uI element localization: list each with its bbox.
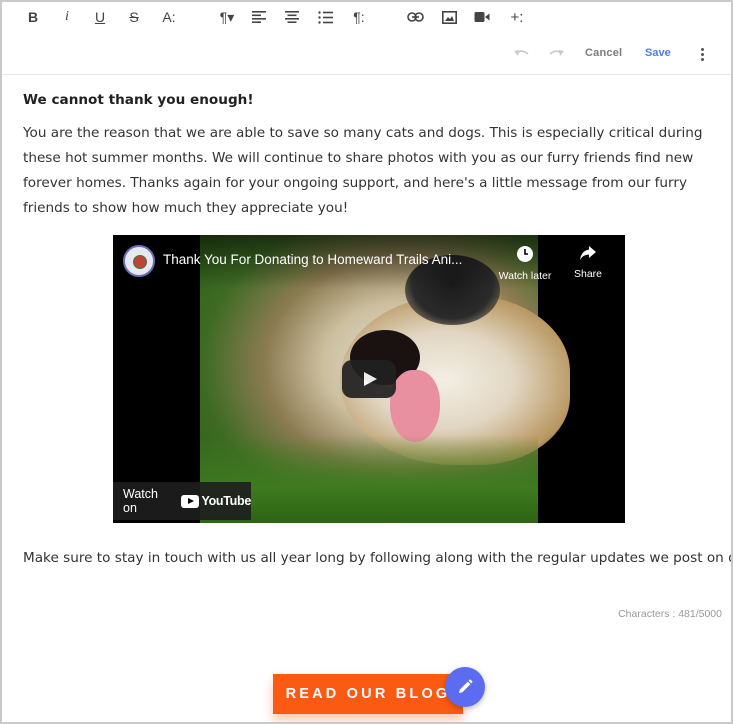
ordered-list-button[interactable]	[316, 6, 334, 28]
align-center-button[interactable]	[283, 6, 301, 28]
content-heading: We cannot thank you enough!	[23, 92, 254, 108]
redo-button[interactable]	[548, 46, 564, 64]
underline-icon: U	[94, 9, 106, 25]
undo-button[interactable]	[514, 46, 530, 64]
image-icon	[441, 10, 457, 24]
insert-more-button[interactable]: +:	[506, 6, 528, 28]
channel-logo[interactable]	[123, 245, 155, 277]
paragraph-style-icon: ¶:	[353, 9, 365, 25]
editor-content[interactable]: We cannot thank you enough! You are the …	[23, 88, 723, 221]
strikethrough-button[interactable]: S	[125, 6, 143, 28]
ordered-list-icon	[317, 10, 333, 24]
paragraph-format-button[interactable]: ¶▾	[214, 6, 240, 28]
cancel-button[interactable]: Cancel	[585, 47, 622, 59]
more-vertical-icon	[700, 47, 704, 51]
watch-on-youtube-button[interactable]: Watch on YouTube	[113, 482, 251, 520]
watch-later-label: Watch later	[498, 270, 552, 282]
bold-icon: B	[27, 9, 39, 25]
youtube-logo: YouTube	[181, 494, 251, 508]
paragraph-format-icon: ¶▾	[219, 8, 235, 25]
video-title[interactable]: Thank You For Donating to Homeward Trail…	[163, 252, 485, 267]
share-icon	[580, 246, 596, 260]
link-icon	[406, 12, 424, 22]
undo-icon	[514, 50, 529, 56]
pencil-icon	[459, 679, 473, 693]
editor-frame: B i U S A: ¶▾ ¶: +: Cancel Save We canno…	[0, 0, 733, 724]
youtube-wordmark: YouTube	[201, 494, 251, 508]
youtube-play-icon	[181, 494, 200, 508]
font-size-button[interactable]: A:	[158, 6, 180, 28]
play-button[interactable]	[342, 360, 396, 398]
align-left-button[interactable]	[250, 6, 268, 28]
insert-image-button[interactable]	[440, 6, 458, 28]
read-our-blog-button[interactable]: READ OUR BLOG	[273, 674, 463, 714]
underline-button[interactable]: U	[91, 6, 109, 28]
insert-video-button[interactable]	[473, 6, 491, 28]
italic-icon: i	[65, 9, 69, 24]
video-icon	[474, 12, 490, 22]
watch-later-button[interactable]: Watch later	[495, 245, 555, 282]
clock-icon	[517, 246, 533, 262]
bold-button[interactable]: B	[24, 6, 42, 28]
font-size-icon: A:	[162, 9, 176, 25]
redo-icon	[549, 50, 564, 56]
share-button[interactable]: Share	[558, 245, 618, 280]
edit-fab-button[interactable]	[445, 667, 485, 707]
save-button[interactable]: Save	[645, 47, 671, 59]
closing-paragraph: Make sure to stay in touch with us all y…	[23, 550, 733, 566]
insert-more-icon: +:	[510, 8, 524, 26]
editor-action-bar: Cancel Save	[2, 38, 731, 75]
embedded-video[interactable]: Thank You For Donating to Homeward Trail…	[113, 235, 625, 523]
more-options-button[interactable]	[694, 44, 710, 64]
align-left-icon	[252, 11, 266, 23]
formatting-toolbar: B i U S A: ¶▾ ¶: +:	[2, 2, 731, 36]
paragraph-style-button[interactable]: ¶:	[348, 6, 370, 28]
content-paragraph: You are the reason that we are able to s…	[23, 125, 703, 216]
character-count: Characters : 481/5000	[618, 608, 722, 620]
share-label: Share	[573, 268, 603, 280]
watch-on-label: Watch on	[123, 487, 158, 515]
italic-button[interactable]: i	[58, 6, 76, 28]
align-center-icon	[285, 11, 299, 23]
strikethrough-icon: S	[129, 9, 139, 25]
insert-link-button[interactable]	[405, 6, 425, 28]
